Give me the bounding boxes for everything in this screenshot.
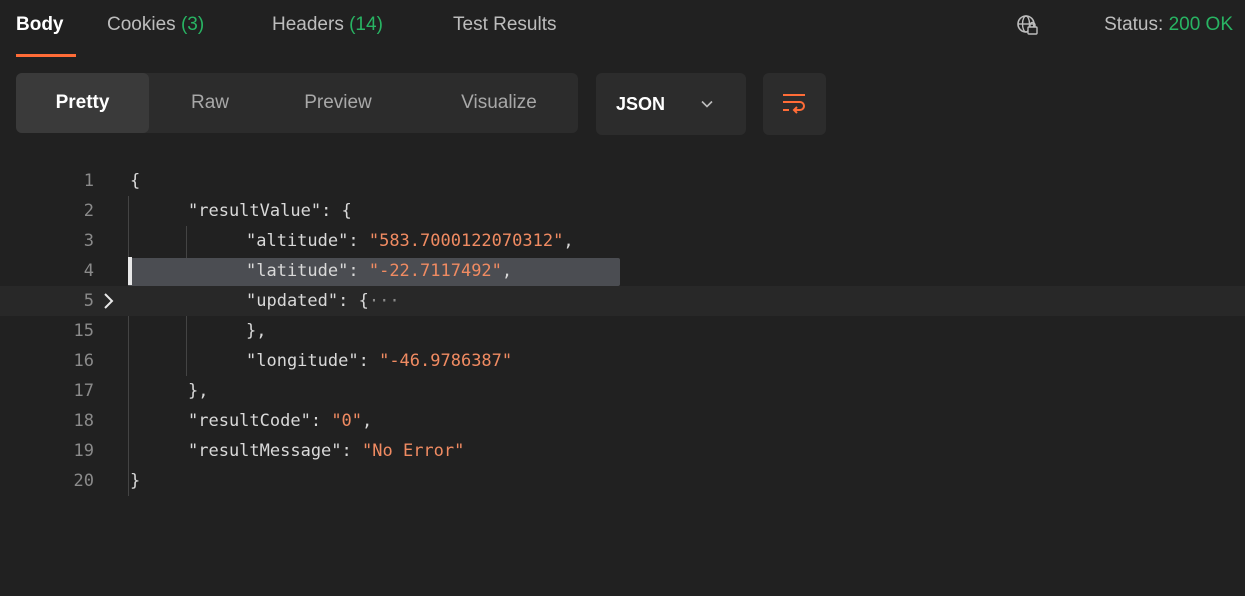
json-key: "updated" [246, 291, 339, 311]
view-mode-segmented-control: Pretty Raw Preview Visualize [16, 73, 578, 133]
json-key: "resultCode" [188, 411, 311, 431]
comma: , [501, 261, 513, 281]
response-tab-bar: Body Cookies (3) Headers (14) Test Resul… [0, 0, 1245, 58]
format-select-value: JSON [616, 94, 666, 114]
code-line: 16 "longitude": "-46.9786387" [0, 346, 1245, 376]
colon: : [348, 261, 369, 281]
line-number: 20 [73, 471, 94, 491]
code-text: "longitude": "-46.9786387" [246, 346, 512, 376]
brace: { [130, 171, 141, 191]
line-number: 19 [73, 441, 94, 461]
response-status: Status: 200 OK [1104, 14, 1233, 36]
word-wrap-button[interactable] [763, 73, 826, 135]
preview-button[interactable]: Preview [278, 73, 398, 133]
json-string: "No Error" [362, 441, 465, 461]
tab-cookies-label: Cookies [107, 14, 176, 35]
json-string: "0" [331, 411, 363, 431]
status-value: 200 OK [1168, 14, 1233, 35]
code-text: "resultMessage": "No Error" [188, 436, 464, 466]
colon: : [341, 441, 363, 461]
code-text: "resultValue": { [188, 196, 352, 226]
visualize-button[interactable]: Visualize [434, 73, 564, 133]
globe-lock-icon[interactable] [1016, 14, 1038, 36]
code-line: 3 "altitude": "583.7000122070312", [0, 226, 1245, 256]
colon: : [321, 201, 342, 221]
tab-cookies-count: (3) [180, 14, 205, 35]
json-key: "latitude" [246, 261, 349, 281]
comma: , [362, 411, 373, 431]
colon: : [310, 411, 332, 431]
code-line: 1 { [0, 166, 1245, 196]
tab-headers-count: (14) [349, 14, 383, 35]
brace: { [341, 201, 352, 221]
tab-cookies[interactable]: Cookies (3) [107, 14, 204, 36]
colon: : [358, 351, 380, 371]
response-body-editor[interactable]: 1 { 2 "resultValue": { 3 "altitude": "58… [0, 166, 1245, 546]
json-string: "-22.7117492" [368, 261, 502, 281]
json-string: "583.7000122070312" [368, 231, 564, 251]
json-string: "-46.9786387" [379, 351, 513, 371]
code-line: 19 "resultMessage": "No Error" [0, 436, 1245, 466]
raw-button[interactable]: Raw [166, 73, 254, 133]
code-line-selected: 4 "latitude": "-22.7117492", [0, 256, 1245, 286]
tab-body[interactable]: Body [16, 14, 64, 36]
chevron-right-icon[interactable] [102, 286, 116, 316]
chevron-down-icon [700, 97, 714, 111]
pretty-button[interactable]: Pretty [16, 73, 149, 133]
code-text: "resultCode": "0", [188, 406, 372, 436]
code-text: "latitude": "-22.7117492", [246, 256, 512, 286]
brace: } [130, 471, 141, 491]
code-line: 17 }, [0, 376, 1245, 406]
line-number: 2 [83, 201, 94, 221]
json-key: "longitude" [246, 351, 359, 371]
status-label: Status: [1104, 14, 1164, 35]
brace: }, [246, 321, 267, 341]
json-key: "altitude" [246, 231, 349, 251]
tab-test-results[interactable]: Test Results [453, 14, 556, 36]
code-line: 15 }, [0, 316, 1245, 346]
colon: : [348, 231, 369, 251]
comma: , [563, 231, 574, 251]
line-number: 4 [83, 261, 94, 281]
brace: { [358, 291, 369, 311]
tab-headers-label: Headers [272, 14, 344, 35]
brace: }, [188, 381, 209, 401]
line-number: 1 [83, 171, 94, 191]
json-key: "resultMessage" [188, 441, 342, 461]
line-number: 3 [83, 231, 94, 251]
code-text: "altitude": "583.7000122070312", [246, 226, 574, 256]
code-line-collapsed: 5 "updated": {··· [0, 286, 1245, 316]
line-number: 16 [73, 351, 94, 371]
colon: : [338, 291, 359, 311]
text-cursor [128, 257, 132, 285]
line-number: 5 [83, 291, 94, 311]
format-select[interactable]: JSON [596, 73, 746, 135]
folded-ellipsis[interactable]: ··· [369, 291, 400, 311]
active-tab-indicator [16, 54, 76, 57]
code-line: 2 "resultValue": { [0, 196, 1245, 226]
json-key: "resultValue" [188, 201, 322, 221]
line-number: 18 [73, 411, 94, 431]
line-number: 15 [73, 321, 94, 341]
line-number: 17 [73, 381, 94, 401]
code-line: 20 } [0, 466, 1245, 496]
code-text: "updated": {··· [246, 286, 400, 316]
code-line: 18 "resultCode": "0", [0, 406, 1245, 436]
tab-headers[interactable]: Headers (14) [272, 14, 383, 36]
